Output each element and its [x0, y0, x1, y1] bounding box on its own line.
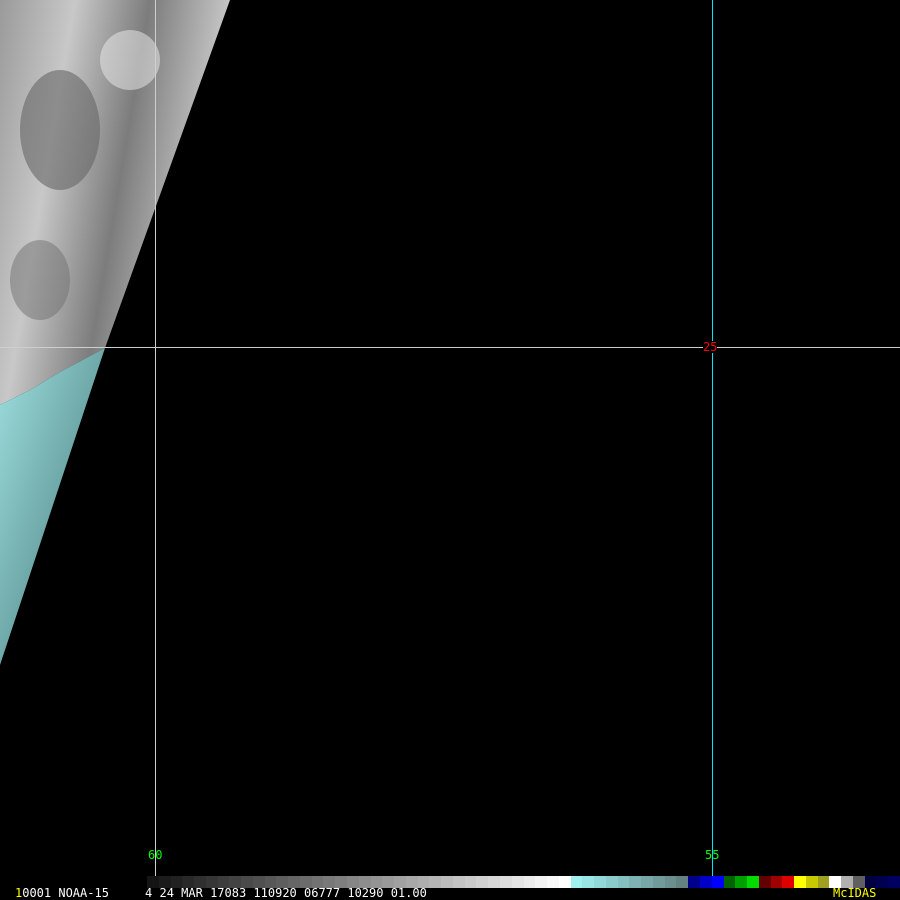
- colorbar-segment: [570, 876, 583, 888]
- colorbar-segment: [652, 876, 665, 888]
- colorbar-segment: [735, 876, 748, 888]
- colorbar-segment: [629, 876, 642, 888]
- colorbar-segment: [617, 876, 630, 888]
- colorbar-segment: [817, 876, 830, 888]
- image-info-line: 10001 NOAA-15 4 24 MAR 17083 110920 0677…: [15, 886, 427, 900]
- colorbar-segment: [558, 876, 571, 888]
- colorbar-segment: [464, 876, 477, 888]
- satellite-imagery: [0, 0, 900, 888]
- colorbar-segment: [758, 876, 771, 888]
- satellite-info: 0001 NOAA-15 4 24 MAR 17083 110920 06777…: [22, 886, 427, 900]
- colorbar-segment: [794, 876, 806, 888]
- colorbar-segment: [476, 876, 489, 888]
- lat-label-25: 25: [703, 340, 718, 354]
- colorbar-segment: [594, 876, 606, 888]
- colorbar-segment: [888, 876, 900, 888]
- colorbar-segment: [547, 876, 559, 888]
- colorbar-segment: [488, 876, 500, 888]
- colorbar-segment: [452, 876, 465, 888]
- colorbar-segment: [582, 876, 595, 888]
- colorbar-segment: [676, 876, 689, 888]
- colorbar-segment: [429, 876, 442, 888]
- colorbar-segment: [747, 876, 759, 888]
- colorbar-segment: [605, 876, 618, 888]
- colorbar-segment: [770, 876, 783, 888]
- colorbar-segment: [641, 876, 653, 888]
- lon-label-55: 55: [705, 848, 720, 862]
- colorbar-segment: [499, 876, 512, 888]
- colorbar-segment: [723, 876, 736, 888]
- colorbar-segment: [805, 876, 818, 888]
- colorbar-segment: [441, 876, 453, 888]
- colorbar-segment: [711, 876, 724, 888]
- colorbar-segment: [876, 876, 889, 888]
- colorbar-segment: [699, 876, 712, 888]
- colorbar-segment: [664, 876, 677, 888]
- satellite-image-viewer: 60 55 25 10001 NOAA-15 4 24 MAR 17083 11…: [0, 0, 900, 900]
- colorbar-segment: [782, 876, 795, 888]
- colorbar-segment: [511, 876, 524, 888]
- mcidas-logo: McIDAS: [833, 886, 877, 900]
- colorbar-segment: [688, 876, 700, 888]
- colorbar-segment: [523, 876, 536, 888]
- lon-label-60: 60: [148, 848, 163, 862]
- colorbar-segment: [535, 876, 548, 888]
